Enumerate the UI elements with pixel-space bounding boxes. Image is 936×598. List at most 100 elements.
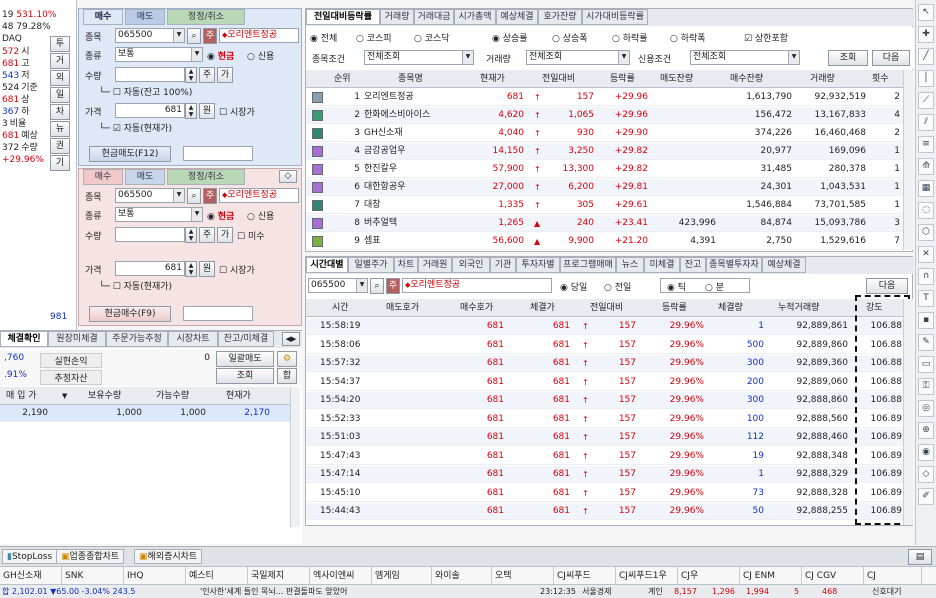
tab-modify-cancel[interactable]: 정정/취소 <box>167 9 245 25</box>
market-price-checkbox-2[interactable]: ☐ 시장가 <box>219 263 255 276</box>
ranking-row[interactable]: 2 한화에스비아이스 4,620 ↑ 1,065 +29.96 156,472 13,167,… <box>306 107 903 124</box>
auto-qty-checkbox[interactable]: └─ ☐ 자동(잔고 100%) <box>99 85 192 98</box>
ticks-tab[interactable]: 기관 <box>490 257 516 273</box>
price-stepper-2[interactable]: ▲ ▼ <box>185 261 197 277</box>
tick-row[interactable]: 15:47:14 681 681 ↑ 157 29.96% 1 92,888,329 106.8… <box>306 466 903 483</box>
ticks-tab[interactable]: 미체결 <box>644 257 680 273</box>
include-limit-checkbox[interactable]: ☑ 상한포함 <box>744 31 788 44</box>
cond-select[interactable]: 전체조회 ▼ <box>364 50 474 65</box>
code-dropdown-icon[interactable]: ▼ <box>173 29 184 42</box>
ticker-item[interactable]: 와이솔 <box>432 567 492 585</box>
ticker-item[interactable]: CJ CGV <box>802 567 864 585</box>
radio-all[interactable]: ◉ 전체 <box>310 31 337 44</box>
tick-row[interactable]: 15:58:19 681 681 ↑ 157 29.96% 1 92,889,861 106.8… <box>306 318 903 335</box>
balance-tab[interactable]: 잔고/미체결 <box>218 331 274 347</box>
settings-gear-icon[interactable]: ⚙ <box>277 351 297 367</box>
qty-stepper[interactable]: ▲ ▼ <box>185 67 197 83</box>
qty-share-button-2[interactable]: 주 <box>199 227 215 243</box>
login-status[interactable]: 신호대기 <box>872 585 901 598</box>
brush-icon[interactable]: ✐ <box>918 488 934 505</box>
ticks-tab[interactable]: 시간대별 <box>306 257 348 273</box>
balance-tab[interactable]: 원장미체결 <box>48 331 106 347</box>
ranking-tab[interactable]: 거래량 <box>380 9 414 25</box>
ticks-code-dropdown-icon[interactable]: ▼ <box>356 279 367 292</box>
tab-sell-2[interactable]: 매도 <box>125 169 165 185</box>
news-marquee[interactable]: '인사한'세계 들인 목뇌... 판결돌파도 앞았어 <box>200 585 347 598</box>
ticker-item[interactable]: CJ씨푸드 <box>554 567 616 585</box>
tick-row[interactable]: 15:44:43 681 681 ↑ 157 29.96% 50 92,888,255 106.… <box>306 503 903 520</box>
tick-row[interactable]: 15:57:32 681 681 ↑ 157 29.96% 300 92,889,360 106… <box>306 355 903 372</box>
sort-icon[interactable]: ▼ <box>62 387 67 405</box>
ranking-tab[interactable]: 시가대비등락률 <box>582 9 648 25</box>
auto-price-checkbox[interactable]: └─ ☑ 자동(현재가) <box>99 121 172 134</box>
ticks-tab[interactable]: 종목별투자자 <box>706 257 762 273</box>
ticks-code-input[interactable]: 065500 ▼ <box>308 278 368 293</box>
magnet-icon[interactable]: ∩ <box>918 268 934 285</box>
ranking-next-button[interactable]: 다음 <box>872 50 910 66</box>
tab-world-chart[interactable]: ▣해외증시차트 <box>134 549 203 564</box>
tick-row[interactable]: 15:58:06 681 681 ↑ 157 29.96% 500 92,889,860 106… <box>306 336 903 354</box>
fib-icon[interactable]: ≡ <box>918 136 934 153</box>
palette-icon[interactable]: ◉ <box>918 444 934 461</box>
ranking-row[interactable]: 9 셈표 56,600 ▲ 9,900 +21.20 4,391 2,750 1,529,616… <box>306 233 903 250</box>
price-input-2[interactable]: 681 <box>115 261 185 276</box>
cash-buy-button[interactable]: 현금매수(F9) <box>89 306 171 322</box>
trend-icon[interactable]: ⟋ <box>918 92 934 109</box>
text-icon[interactable]: T <box>918 290 934 307</box>
fan-icon[interactable]: ⟰ <box>918 158 934 175</box>
radio-kospi[interactable]: ○ 코스피 <box>356 31 392 44</box>
radio-cash-2[interactable]: ◉ 현금 <box>207 209 234 222</box>
ticks-search-icon[interactable]: ⌕ <box>370 278 384 294</box>
cursor-icon[interactable]: ↖ <box>918 4 934 21</box>
price-unit-button[interactable]: 원 <box>199 103 215 119</box>
order-type-select[interactable]: 보통 ▼ <box>115 47 203 62</box>
ticks-scrollbar[interactable] <box>903 299 913 525</box>
ranking-inquiry-button[interactable]: 조회 <box>828 50 868 66</box>
radio-rise-rate[interactable]: ◉ 상승률 <box>492 31 528 44</box>
price-input[interactable]: 681 <box>115 103 185 118</box>
channel-icon[interactable]: ⫽ <box>918 114 934 131</box>
cash-sell-button[interactable]: 현금매도(F12) <box>89 146 171 162</box>
margin-checkbox[interactable]: ☐ 미수 <box>237 229 265 242</box>
zoom-icon[interactable]: ⊕ <box>918 422 934 439</box>
lock-icon[interactable]: ⚿ <box>918 378 934 395</box>
ticker-item[interactable]: SNK <box>62 567 124 585</box>
qty-stepper-2[interactable]: ▲ ▼ <box>185 227 197 243</box>
radio-credit[interactable]: ○ 신용 <box>247 49 274 62</box>
ranking-tab[interactable]: 예상체결 <box>496 9 538 25</box>
radio-credit-2[interactable]: ○ 신용 <box>247 209 274 222</box>
search-icon[interactable]: ⌕ <box>187 28 201 44</box>
tick-row[interactable]: 15:54:20 681 681 ↑ 157 29.96% 300 92,888,860 106… <box>306 392 903 409</box>
radio-kosdaq[interactable]: ○ 코스닥 <box>414 31 450 44</box>
ticker-item[interactable]: 오텍 <box>492 567 554 585</box>
ranking-row[interactable]: 4 금강공업우 14,150 ↑ 3,250 +29.82 20,977 169,096 1 <box>306 143 903 160</box>
ticks-tab[interactable]: 예상체결 <box>762 257 806 273</box>
tab-stoploss[interactable]: ▮StopLoss <box>2 549 58 564</box>
buy-memo-field[interactable] <box>183 306 253 321</box>
auto-price-checkbox-2[interactable]: └─ ☐ 자동(현재가) <box>99 279 172 292</box>
ranking-row[interactable]: 6 대한항공우 27,000 ↑ 6,200 +29.81 24,301 1,043,531 1 <box>306 179 903 196</box>
pencil-icon[interactable]: ✎ <box>918 334 934 351</box>
mini-side-button[interactable]: 기 <box>50 155 70 171</box>
ticker-item[interactable]: CJ씨푸드1우 <box>616 567 678 585</box>
ranking-tab[interactable]: 호가잔량 <box>538 9 582 25</box>
radio-today[interactable]: ◉ 당일 <box>560 280 587 293</box>
tick-row[interactable]: 15:51:03 681 681 ↑ 157 29.96% 112 92,888,460 106… <box>306 429 903 446</box>
volume-select[interactable]: 전체조회 ▼ <box>526 50 630 65</box>
chevron-down-icon-2[interactable]: ▼ <box>191 208 202 221</box>
market-price-checkbox[interactable]: ☐ 시장가 <box>219 105 255 118</box>
pattern-icon[interactable]: ⬡ <box>918 224 934 241</box>
ranking-tab[interactable]: 시가총액 <box>454 9 496 25</box>
sum-button[interactable]: 합 <box>277 368 297 384</box>
radio-rise-amount[interactable]: ○ 상승폭 <box>552 31 588 44</box>
ticker-item[interactable]: 국일제지 <box>248 567 310 585</box>
qty-input-2[interactable] <box>115 227 185 242</box>
note-icon[interactable]: ▭ <box>918 356 934 373</box>
radio-fall-rate[interactable]: ○ 하락률 <box>612 31 648 44</box>
qty-amount-button[interactable]: 가 <box>217 67 233 83</box>
qty-share-button[interactable]: 주 <box>199 67 215 83</box>
mini-side-button[interactable]: 일 <box>50 87 70 103</box>
radio-minute[interactable]: ○ 분 <box>705 280 724 293</box>
ranking-row[interactable]: 1 오리엔트정공 681 ↑ 157 +29.96 1,613,790 92,932,519 2 <box>306 89 903 106</box>
balance-scrollbar[interactable] <box>290 387 300 527</box>
